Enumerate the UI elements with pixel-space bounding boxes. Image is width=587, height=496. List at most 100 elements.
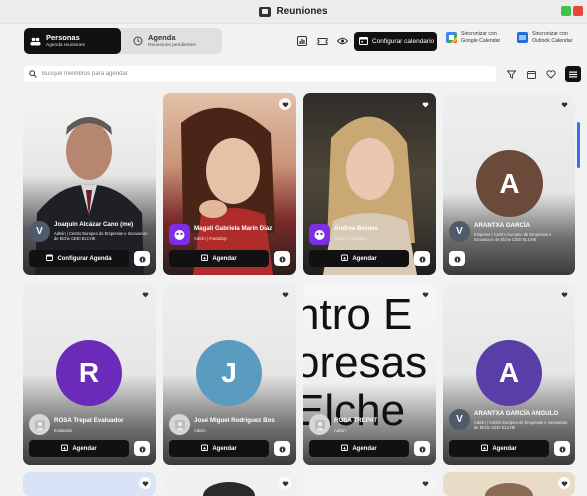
favorite-button[interactable]: [558, 98, 570, 110]
schedule-button[interactable]: Agendar: [29, 440, 129, 457]
tab-agenda-sublabel: Reuniones pendientes: [148, 42, 196, 48]
member-initial-avatar: A: [476, 150, 543, 217]
ticket-icon[interactable]: [316, 35, 328, 47]
member-card[interactable]: Magalí Gabriela Marín Díaz Admin | Fract…: [163, 93, 296, 275]
member-initial-avatar: J: [196, 340, 262, 406]
favorite-button[interactable]: [279, 477, 291, 489]
member-card[interactable]: R ROSA Trepat Evaluador Evaluador Agenda…: [23, 283, 156, 465]
configure-calendar-button[interactable]: Configurar calendario: [354, 32, 437, 51]
favorite-button[interactable]: [419, 98, 431, 110]
member-initial-avatar: A: [476, 340, 542, 406]
member-role: Admin | Centro Europeo de Empresas e Inn…: [54, 231, 148, 242]
member-photo: [303, 93, 436, 275]
avatar: V: [449, 221, 470, 242]
company-logo-icon: [169, 224, 190, 245]
favorite-button[interactable]: [279, 98, 291, 110]
member-card[interactable]: J José Miguel Rodríguez Bos Admin Agenda…: [163, 283, 296, 465]
member-photo: [163, 93, 296, 275]
member-card[interactable]: [163, 472, 296, 496]
eye-icon[interactable]: [336, 35, 348, 47]
member-name: ARANTXA GARCÍA: [474, 222, 531, 229]
schedule-button[interactable]: Agendar: [169, 250, 269, 267]
heart-icon: [422, 95, 429, 113]
member-card[interactable]: Andrea Bernes Admin | FractalUp Agendar: [303, 93, 436, 275]
heart-icon: [282, 285, 289, 303]
list-view-button[interactable]: [565, 66, 581, 82]
calendar-add-icon: [61, 444, 69, 453]
calendar-filter-icon[interactable]: [525, 68, 537, 80]
info-icon: [139, 440, 146, 458]
member-role: Empresa | Centro Europeo de Empresas e I…: [474, 232, 552, 243]
people-icon: [30, 36, 41, 47]
search-bar: [24, 66, 496, 82]
schedule-button[interactable]: Agendar: [309, 250, 409, 267]
sync-google-line1: Sincronizar con: [461, 31, 497, 37]
favorite-button[interactable]: [279, 288, 291, 300]
member-card[interactable]: ntro E oresas Elche ROSA TREPAT Admin Ag…: [303, 283, 436, 465]
sync-google-button[interactable]: Sincronizar con Google Calendar: [446, 31, 500, 44]
member-name: Joaquín Alcázar Cano (me): [54, 221, 134, 228]
window-controls: [561, 6, 583, 16]
list-icon: [569, 65, 577, 83]
info-icon: [419, 440, 426, 458]
member-photo: [23, 93, 156, 275]
member-card[interactable]: A V ARANTXA GARCÍA Empresa | Centro Euro…: [443, 93, 575, 275]
schedule-button[interactable]: Agendar: [449, 440, 549, 457]
member-role: Admin: [194, 428, 206, 433]
title-bar: Reuniones: [0, 0, 587, 24]
member-role: Admin | Centro Europeo de Empresas e Inn…: [474, 420, 568, 431]
configure-agenda-button[interactable]: Configurar Agenda: [29, 250, 129, 267]
avatar: V: [449, 409, 470, 430]
member-card[interactable]: [303, 472, 436, 496]
tab-agenda-label: Agenda: [148, 32, 176, 42]
member-role: Evaluador: [54, 428, 73, 433]
favorite-button[interactable]: [139, 477, 151, 489]
member-card[interactable]: [443, 472, 575, 496]
tab-agenda[interactable]: Agenda Reuniones pendientes: [126, 28, 220, 54]
maximize-button[interactable]: [561, 6, 571, 16]
more-options-button[interactable]: [274, 251, 290, 266]
more-options-button[interactable]: [134, 441, 150, 456]
member-initial-avatar: R: [56, 340, 122, 406]
more-options-button[interactable]: [414, 441, 430, 456]
chart-icon[interactable]: [296, 35, 308, 47]
member-card[interactable]: [23, 472, 156, 496]
more-options-button[interactable]: [134, 251, 150, 266]
schedule-button[interactable]: Agendar: [309, 440, 409, 457]
favorite-button[interactable]: [419, 477, 431, 489]
app-logo-icon: [259, 6, 272, 17]
tab-personas[interactable]: Personas Agenda reuniones: [24, 28, 121, 54]
google-calendar-icon: [446, 32, 457, 43]
favorite-button[interactable]: [558, 477, 570, 489]
tab-personas-sublabel: Agenda reuniones: [46, 42, 85, 48]
member-role: Admin: [334, 428, 346, 433]
more-options-button[interactable]: [449, 251, 465, 266]
info-icon: [559, 440, 566, 458]
heart-icon: [422, 285, 429, 303]
heart-icon: [561, 474, 568, 492]
sync-outlook-button[interactable]: Sincronizar con Outlook Calendar: [517, 31, 572, 44]
more-options-button[interactable]: [274, 441, 290, 456]
member-card[interactable]: A V ARANTXA GARCÍA ANGULO Admin | Centro…: [443, 283, 575, 465]
scrollbar[interactable]: [577, 122, 580, 168]
filter-icon[interactable]: [505, 68, 517, 80]
search-icon: [29, 65, 37, 83]
avatar-placeholder-icon: [169, 414, 190, 435]
avatar-placeholder-icon: [309, 414, 330, 435]
favorite-button[interactable]: [139, 288, 151, 300]
search-input[interactable]: [42, 71, 442, 77]
more-options-button[interactable]: [414, 251, 430, 266]
member-card[interactable]: V Joaquín Alcázar Cano (me) Admin | Cent…: [23, 93, 156, 275]
close-button[interactable]: [573, 6, 583, 16]
member-name: ARANTXA GARCÍA ANGULO: [474, 410, 559, 417]
more-options-button[interactable]: [554, 441, 570, 456]
avatar: V: [29, 221, 50, 242]
favorite-button[interactable]: [558, 288, 570, 300]
schedule-button[interactable]: Agendar: [169, 440, 269, 457]
calendar-add-icon: [201, 254, 209, 263]
favorite-button[interactable]: [419, 288, 431, 300]
member-name: Magalí Gabriela Marín Díaz: [194, 225, 273, 232]
member-photo: [443, 472, 575, 496]
favorites-filter-icon[interactable]: [545, 68, 557, 80]
member-name: José Miguel Rodríguez Bos: [194, 417, 275, 424]
